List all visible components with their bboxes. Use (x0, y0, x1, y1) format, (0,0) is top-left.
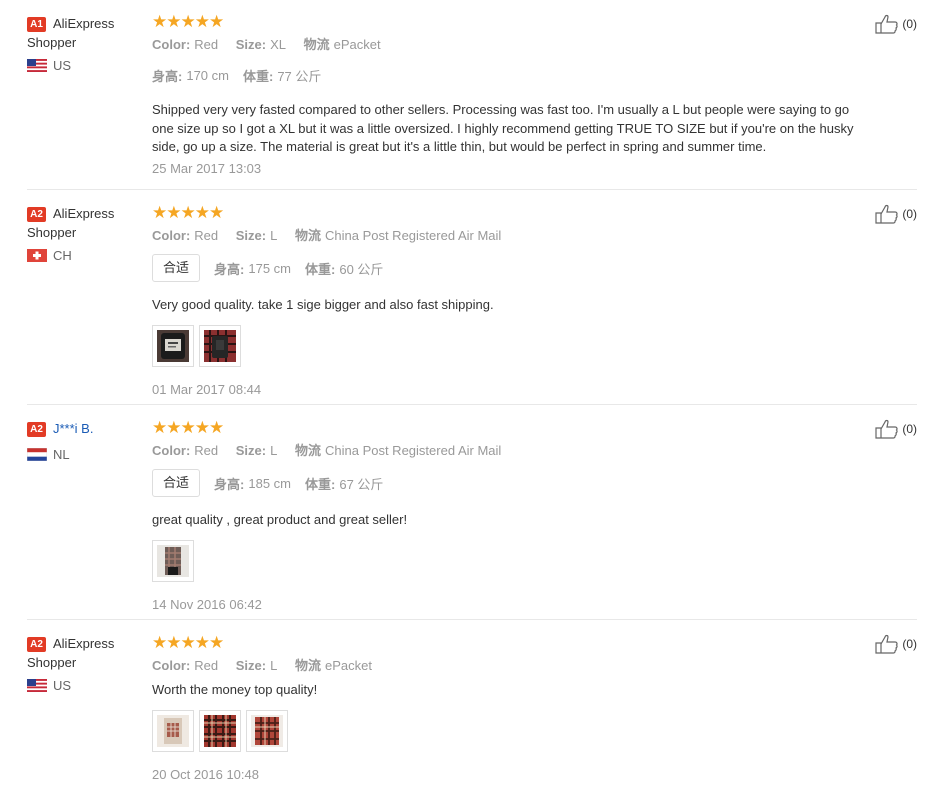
mirror-selfie-photo (157, 544, 189, 577)
color-value: Red (194, 658, 219, 673)
us-flag-icon (27, 679, 47, 692)
review-photos (152, 709, 857, 752)
reviewer-name-line2: Shopper (27, 225, 77, 240)
reviewer-name-line2: Shopper (27, 35, 77, 50)
review-item: A2 AliExpress Shopper CH ★★★★★ Color: Red … (27, 190, 917, 405)
reviewer-country: US (27, 58, 145, 73)
country-code: NL (53, 447, 70, 462)
review-item: A1 AliExpress Shopper US ★★★★★ Color: Red … (27, 0, 917, 190)
weight-value: 67 公斤 (339, 476, 384, 492)
country-code: US (53, 678, 72, 693)
reviewer-name: AliExpress (53, 206, 115, 221)
helpful-button[interactable]: (0) (875, 14, 917, 34)
review-photos (152, 324, 857, 367)
size-value: L (270, 228, 278, 243)
review-date: 20 Oct 2016 10:48 (152, 766, 259, 782)
thumbs-up-icon (875, 204, 898, 224)
rating-stars: ★★★★★ (152, 418, 224, 437)
reviewer-name-line2: Shopper (27, 655, 77, 670)
rating-stars: ★★★★★ (152, 12, 224, 31)
weight-value: 77 公斤 (277, 69, 322, 84)
reviewer-country: NL (27, 447, 145, 462)
review-photo-thumbnail[interactable] (152, 324, 194, 367)
color-value: Red (194, 37, 219, 52)
size-value: L (270, 443, 278, 458)
rating-stars: ★★★★★ (152, 633, 224, 652)
helpful-count: (0) (902, 637, 917, 651)
size-value: XL (270, 37, 287, 52)
reviewer-country: CH (27, 248, 145, 263)
us-flag-icon (27, 59, 47, 72)
reviewer-name: AliExpress (53, 636, 115, 651)
review-date: 25 Mar 2017 13:03 (152, 160, 262, 176)
reviewer-info: A2 AliExpress Shopper CH (27, 204, 145, 263)
review-photo-thumbnail[interactable] (246, 709, 288, 752)
review-text: Worth the money top quality! (152, 682, 318, 697)
reviewer-info: A2 AliExpress Shopper US (27, 634, 145, 693)
fit-tag: 合适 (152, 469, 201, 497)
order-attributes: Color: Red Size: L 物流 China Post Registered… (152, 443, 502, 458)
size-value: L (270, 658, 278, 673)
reviewer-info: A1 AliExpress Shopper US (27, 14, 145, 73)
fit-tag: 合适 (152, 254, 201, 282)
height-value: 170 cm (186, 68, 229, 83)
body-measurements: 身高: 170 cm 体重: 77 公斤 (152, 68, 322, 84)
nl-flag-icon (27, 448, 47, 461)
review-photos (152, 539, 857, 582)
package-photo (157, 714, 189, 747)
order-attributes: Color: Red Size: XL 物流 ePacket (152, 37, 381, 52)
order-attributes: Color: Red Size: L 物流 ePacket (152, 658, 372, 673)
black-shirt-photo (157, 329, 189, 362)
shipping-value: ePacket (324, 658, 372, 673)
review-date: 14 Nov 2016 06:42 (152, 596, 262, 612)
review-item: A2 AliExpress Shopper US ★★★★★ Color: Red … (27, 620, 917, 792)
reviewer-country: US (27, 678, 145, 693)
weight-value: 60 公斤 (339, 261, 384, 277)
thumbs-up-icon (875, 419, 898, 439)
color-value: Red (194, 443, 219, 458)
review-photo-thumbnail[interactable] (199, 709, 241, 752)
shipping-value: China Post Registered Air Mail (324, 228, 502, 243)
reviewer-info: A2 J***i B. NL (27, 419, 145, 462)
reviewer-name: AliExpress (53, 16, 115, 31)
country-code: CH (53, 248, 72, 263)
reviewer-level-badge: A2 (27, 422, 46, 437)
review-text: Shipped very very fasted compared to oth… (152, 102, 854, 154)
review-text: Very good quality. take 1 sige bigger an… (152, 297, 494, 312)
helpful-count: (0) (902, 422, 917, 436)
body-measurements: 合适 身高: 185 cm 体重: 67 公斤 (152, 469, 857, 497)
ch-flag-icon (27, 249, 47, 262)
helpful-count: (0) (902, 207, 917, 221)
review-date: 01 Mar 2017 08:44 (152, 381, 262, 397)
review-feed: A1 AliExpress Shopper US ★★★★★ Color: Red … (0, 0, 943, 792)
helpful-button[interactable]: (0) (875, 419, 917, 439)
order-attributes: Color: Red Size: L 物流 China Post Registered… (152, 228, 502, 243)
review-photo-thumbnail[interactable] (199, 324, 241, 367)
review-item: A2 J***i B. NL ★★★★★ Color: Red Size: L 物流 C… (27, 405, 917, 620)
country-code: US (53, 58, 72, 73)
reviewer-name-link[interactable]: J***i B. (53, 421, 93, 436)
reviewer-level-badge: A2 (27, 207, 46, 222)
red-plaid-closeup-photo (251, 714, 283, 747)
review-photo-thumbnail[interactable] (152, 709, 194, 752)
thumbs-up-icon (875, 14, 898, 34)
shipping-value: China Post Registered Air Mail (324, 443, 502, 458)
helpful-button[interactable]: (0) (875, 204, 917, 224)
red-plaid-photo (204, 714, 236, 747)
rating-stars: ★★★★★ (152, 203, 224, 222)
helpful-count: (0) (902, 17, 917, 31)
reviewer-level-badge: A1 (27, 17, 46, 32)
review-text: great quality , great product and great … (152, 512, 408, 527)
color-value: Red (194, 228, 219, 243)
helpful-button[interactable]: (0) (875, 634, 917, 654)
height-value: 185 cm (248, 475, 291, 491)
reviewer-level-badge: A2 (27, 637, 46, 652)
review-photo-thumbnail[interactable] (152, 539, 194, 582)
shipping-value: ePacket (333, 37, 381, 52)
body-measurements: 合适 身高: 175 cm 体重: 60 公斤 (152, 254, 857, 282)
plaid-shirt-photo (204, 329, 236, 362)
height-value: 175 cm (248, 260, 291, 276)
thumbs-up-icon (875, 634, 898, 654)
